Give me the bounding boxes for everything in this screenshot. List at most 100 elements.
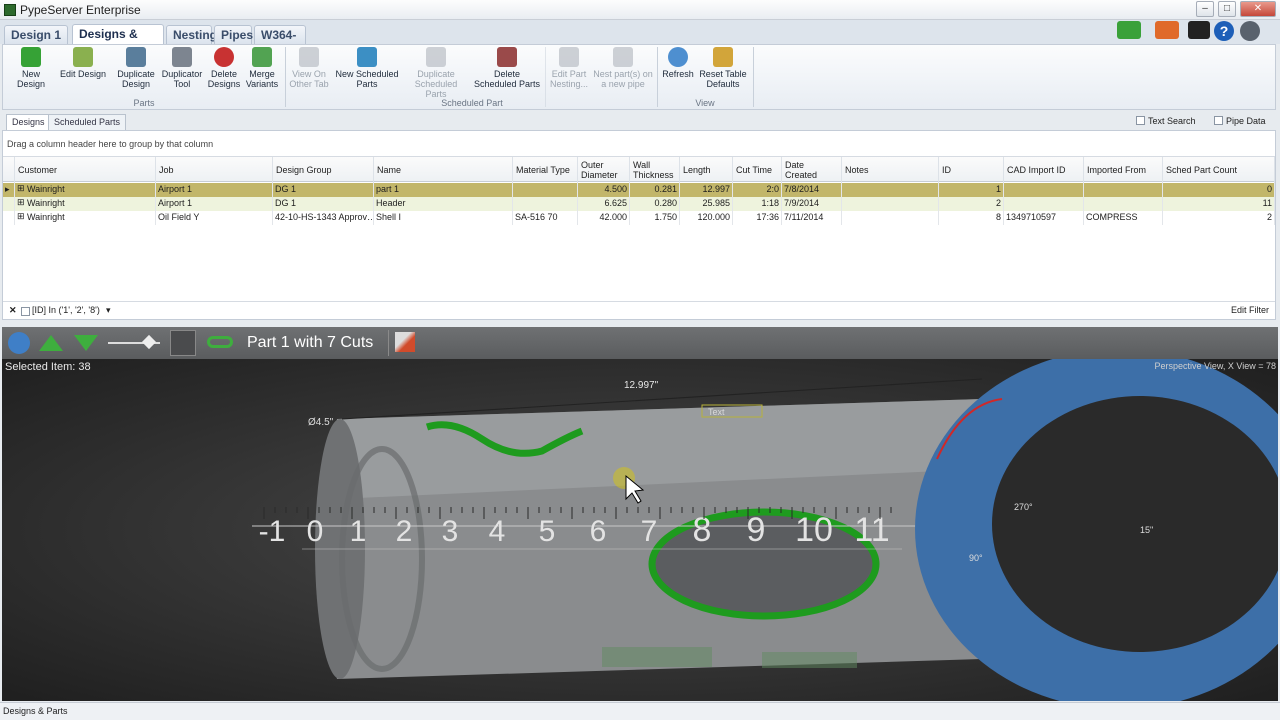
filter-dropdown-icon[interactable]: ▾: [106, 302, 111, 319]
settings-gear-icon[interactable]: [1240, 21, 1260, 41]
column-job[interactable]: Job: [156, 157, 273, 183]
expand-row-icon[interactable]: ⊞: [17, 211, 25, 222]
cell-outer-diameter[interactable]: 4.500: [578, 183, 630, 197]
clear-filter-icon[interactable]: ✕: [9, 302, 17, 319]
column-length[interactable]: Length: [680, 157, 733, 183]
cell-date-created[interactable]: 7/11/2014: [782, 211, 842, 225]
column-date-created[interactable]: Date Created: [782, 157, 842, 183]
filter-enabled-checkbox[interactable]: [21, 307, 30, 316]
cell-sched-part-count[interactable]: 0: [1163, 183, 1275, 197]
cell-id[interactable]: 2: [939, 197, 1004, 211]
cell-notes[interactable]: [842, 197, 939, 211]
column-design-group[interactable]: Design Group: [273, 157, 374, 183]
filter-expression[interactable]: [ID] In ('1', '2', '8'): [32, 302, 100, 319]
cell-job[interactable]: Oil Field Y: [156, 211, 273, 225]
cell-wall-thickness[interactable]: 0.280: [630, 197, 680, 211]
cell-length[interactable]: 120.000: [680, 211, 733, 225]
cell-sched-part-count[interactable]: 11: [1163, 197, 1275, 211]
cell-job[interactable]: Airport 1: [156, 183, 273, 197]
tab-w364-1[interactable]: W364-1: [254, 25, 306, 60]
globe-icon[interactable]: [8, 332, 30, 354]
cell-customer[interactable]: Wainright: [15, 197, 156, 211]
column-outer-diameter[interactable]: Outer Diameter: [578, 157, 630, 183]
subtab-scheduled-parts[interactable]: Scheduled Parts: [48, 114, 127, 130]
tab-designs-parts[interactable]: Designs & Parts: [72, 24, 164, 59]
cell-name[interactable]: part 1: [374, 183, 513, 197]
maximize-button[interactable]: □: [1218, 1, 1236, 17]
cell-material-type[interactable]: SA-516 70: [513, 211, 578, 225]
cell-name[interactable]: Header: [374, 197, 513, 211]
table-row[interactable]: ▸ Wainright ⊞ Airport 1 DG 1 part 1 4.500 0.281…: [3, 183, 1275, 197]
pencil-icon[interactable]: [395, 332, 415, 352]
cell-length[interactable]: 25.985: [680, 197, 733, 211]
cell-date-created[interactable]: 7/8/2014: [782, 183, 842, 197]
cell-design-group[interactable]: DG 1: [273, 197, 374, 211]
cell-outer-diameter[interactable]: 42.000: [578, 211, 630, 225]
expand-row-icon[interactable]: ⊞: [17, 183, 25, 194]
clapper-icon[interactable]: [1188, 21, 1210, 39]
minimize-button[interactable]: –: [1196, 1, 1214, 17]
cell-outer-diameter[interactable]: 6.625: [578, 197, 630, 211]
text-search-checkbox[interactable]: [1136, 116, 1145, 125]
cell-wall-thickness[interactable]: 0.281: [630, 183, 680, 197]
3d-scene[interactable]: -1012345678910112 12.997" Ø4.5" Text 270…: [2, 349, 1280, 709]
pipe-render[interactable]: -1012345678910112 12.997" Ø4.5" Text 270…: [2, 349, 1280, 709]
export-arrow-icon[interactable]: [1155, 21, 1179, 39]
close-window-button[interactable]: ✕: [1240, 1, 1276, 17]
delete-scheduled-parts-button[interactable]: Delete Scheduled Parts: [473, 47, 541, 89]
cell-cut-time[interactable]: 1:18: [733, 197, 782, 211]
expand-row-icon[interactable]: ⊞: [17, 197, 25, 208]
cell-wall-thickness[interactable]: 1.750: [630, 211, 680, 225]
cell-cad-import-id[interactable]: [1004, 183, 1084, 197]
cut-slot-1[interactable]: [602, 647, 712, 667]
cell-id[interactable]: 8: [939, 211, 1004, 225]
tab-design-1[interactable]: Design 1: [4, 25, 68, 44]
column-wall-thickness[interactable]: Wall Thickness: [630, 157, 680, 183]
arrow-up-icon[interactable]: [39, 335, 63, 351]
cell-imported-from[interactable]: [1084, 197, 1163, 211]
column-customer[interactable]: Customer: [15, 157, 156, 183]
cell-name[interactable]: Shell I: [374, 211, 513, 225]
new-design-button[interactable]: New Design: [7, 47, 55, 89]
column-id[interactable]: ID: [939, 157, 1004, 183]
column-sched-part-count[interactable]: Sched Part Count: [1163, 157, 1275, 183]
arrow-down-icon[interactable]: [74, 335, 98, 351]
link-icon[interactable]: [207, 336, 233, 348]
cell-imported-from[interactable]: [1084, 183, 1163, 197]
merge-variants-button[interactable]: Merge Variants: [243, 47, 281, 89]
cut-mode-icon[interactable]: [170, 330, 196, 356]
reset-table-defaults-button[interactable]: Reset Table Defaults: [697, 47, 749, 89]
tab-pipes[interactable]: Pipes: [214, 25, 253, 44]
table-row[interactable]: Wainright ⊞ Oil Field Y 42-10-HS-1343 Appro…: [3, 211, 1275, 225]
column-name[interactable]: Name: [374, 157, 513, 183]
refresh-button[interactable]: Refresh: [661, 47, 695, 79]
edit-filter-button[interactable]: Edit Filter: [1231, 302, 1269, 319]
slider-thumb[interactable]: [141, 334, 157, 350]
cell-design-group[interactable]: 42-10-HS-1343 Approv…: [273, 211, 374, 225]
cell-design-group[interactable]: DG 1: [273, 183, 374, 197]
column-notes[interactable]: Notes: [842, 157, 939, 183]
cut-slot-2[interactable]: [762, 652, 857, 668]
duplicator-tool-button[interactable]: Duplicator Tool: [159, 47, 205, 89]
nest-parts-new-pipe-button[interactable]: Nest part(s) on a new pipe: [593, 47, 653, 89]
duplicate-design-button[interactable]: Duplicate Design: [113, 47, 159, 89]
view-on-other-tab-button[interactable]: View On Other Tab: [287, 47, 331, 89]
edit-part-nesting-button[interactable]: Edit Part Nesting...: [549, 47, 589, 89]
cell-date-created[interactable]: 7/9/2014: [782, 197, 842, 211]
cell-material-type[interactable]: [513, 197, 578, 211]
add-window-icon[interactable]: [1117, 21, 1141, 39]
new-scheduled-parts-button[interactable]: New Scheduled Parts: [333, 47, 401, 89]
cell-notes[interactable]: [842, 211, 939, 225]
cell-sched-part-count[interactable]: 2: [1163, 211, 1275, 225]
delete-designs-button[interactable]: Delete Designs: [205, 47, 243, 89]
column-imported-from[interactable]: Imported From: [1084, 157, 1163, 183]
cell-cad-import-id[interactable]: 1349710597: [1004, 211, 1084, 225]
cell-notes[interactable]: [842, 183, 939, 197]
column-material-type[interactable]: Material Type: [513, 157, 578, 183]
cell-job[interactable]: Airport 1: [156, 197, 273, 211]
tab-nesting[interactable]: Nesting: [166, 25, 217, 44]
cell-length[interactable]: 12.997: [680, 183, 733, 197]
subtab-designs[interactable]: Designs: [6, 114, 51, 130]
edit-design-button[interactable]: Edit Design: [59, 47, 107, 79]
table-row[interactable]: Wainright ⊞ Airport 1 DG 1 Header 6.625 0.280 2…: [3, 197, 1275, 211]
